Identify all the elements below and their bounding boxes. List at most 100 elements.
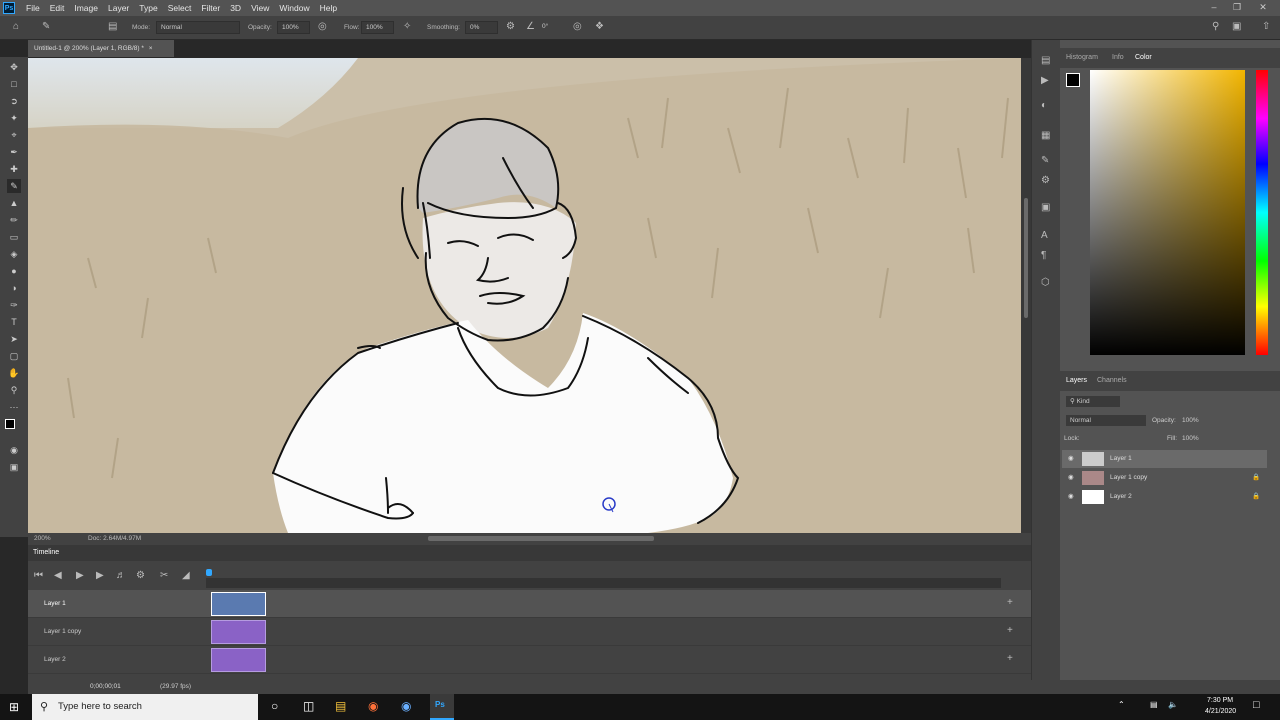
add-media-icon[interactable]: + [1007,654,1013,664]
menu-type[interactable]: Type [134,3,162,13]
flow-input[interactable]: 100% [361,21,394,34]
layer-kind-filter[interactable]: ⚲ Kind [1066,396,1120,407]
close-icon[interactable]: ✕ [1252,0,1274,14]
layer-row[interactable]: ◉ Layer 1 [1062,450,1267,468]
cortana-icon[interactable]: ○ [271,699,278,713]
menu-layer[interactable]: Layer [103,3,134,13]
blend-mode-select[interactable]: Normal [1066,415,1146,426]
airbrush-icon[interactable]: ✧ [403,22,411,32]
zoom-tool-icon[interactable]: ⚲ [7,383,21,397]
paint-bucket-icon[interactable]: ◈ [7,247,21,261]
volume-icon[interactable]: 🔈 [1168,700,1178,709]
visibility-eye-icon[interactable]: ◉ [1068,450,1074,468]
playhead-icon[interactable] [206,569,212,576]
clip-layer-1-copy[interactable] [211,620,266,644]
timeline-settings-icon[interactable]: ⚙ [136,571,145,581]
clip-layer-2[interactable] [211,648,266,672]
foreground-color-swatch[interactable] [5,419,15,429]
hue-slider[interactable] [1256,70,1268,355]
timeline-track[interactable]: Layer 1 + [28,590,1031,618]
layer-name[interactable]: Layer 1 copy [1110,469,1147,487]
angle-input[interactable]: 0° [538,21,563,34]
clock-time[interactable]: 7:30 PM [1207,697,1233,704]
prev-frame-icon[interactable]: ◀ [54,571,62,581]
tab-channels[interactable]: Channels [1097,377,1127,384]
taskbar-search[interactable]: ⚲ Type here to search [32,694,258,720]
type-tool-icon[interactable]: T [7,315,21,329]
history-brush-icon[interactable]: ✏ [7,213,21,227]
eraser-tool-icon[interactable]: ▭ [7,230,21,244]
lasso-tool-icon[interactable]: ➲ [7,94,21,108]
opacity-input[interactable]: 100% [277,21,310,34]
split-icon[interactable]: ✂ [160,571,168,581]
menu-3d[interactable]: 3D [225,3,246,13]
fill-value[interactable]: 100% [1182,435,1199,442]
tool-presets-icon[interactable]: ⚙ [1041,176,1050,186]
notifications-icon[interactable]: □ [1253,699,1260,711]
visibility-eye-icon[interactable]: ◉ [1068,488,1074,506]
crop-tool-icon[interactable]: ⌖ [7,128,21,142]
pressure-opacity-icon[interactable]: ◎ [318,22,327,32]
hand-tool-icon[interactable]: ✋ [7,366,21,380]
tab-layers[interactable]: Layers [1066,377,1087,384]
layer-name[interactable]: Layer 2 [1110,488,1132,506]
dodge-tool-icon[interactable]: ◑ [7,281,21,295]
play-icon[interactable]: ▶ [1041,76,1049,86]
add-media-icon[interactable]: + [1007,598,1013,608]
obs-icon[interactable]: ◉ [401,699,411,713]
tab-close-icon[interactable]: × [149,45,153,52]
pen-tool-icon[interactable]: ✑ [7,298,21,312]
marquee-tool-icon[interactable]: □ [7,77,21,91]
menu-image[interactable]: Image [69,3,103,13]
clock-date[interactable]: 4/21/2020 [1205,708,1236,715]
restore-icon[interactable]: ❐ [1226,0,1248,14]
move-tool-icon[interactable]: ✥ [7,60,21,74]
timeline-track[interactable]: Layer 1 copy + [28,618,1031,646]
healing-tool-icon[interactable]: ✚ [7,162,21,176]
firefox-icon[interactable]: ◉ [368,699,378,713]
zoom-level[interactable]: 200% [34,535,51,542]
color-picker-field[interactable] [1090,70,1245,355]
next-frame-icon[interactable]: ▶ [96,571,104,581]
symmetry-icon[interactable]: ❖ [595,22,604,32]
windows-start-icon[interactable]: ⊞ [9,700,19,714]
3d-icon[interactable]: ⬡ [1041,278,1050,288]
network-icon[interactable]: ▤ [1150,700,1158,709]
quick-mask-icon[interactable]: ◉ [7,443,21,457]
document-tab[interactable]: Untitled-1 @ 200% (Layer 1, RGB/8) * × [28,40,174,57]
tab-color[interactable]: Color [1135,54,1152,61]
layer-name[interactable]: Layer 1 [1110,450,1132,468]
brush-preset-icon[interactable]: ✎ [42,22,50,32]
search-icon[interactable]: ⚲ [1212,22,1219,32]
menu-help[interactable]: Help [315,3,342,13]
stamp-tool-icon[interactable]: ▲ [7,196,21,210]
foreground-swatch[interactable] [1066,73,1080,87]
screen-mode-icon[interactable]: ▣ [7,460,21,474]
file-explorer-icon[interactable]: ▤ [335,699,346,713]
audio-icon[interactable]: ♬ [116,571,126,581]
task-view-icon[interactable]: ◫ [303,699,314,713]
blur-tool-icon[interactable]: ● [7,264,21,278]
character-icon[interactable]: A [1041,231,1048,241]
workspace-icon[interactable]: ▣ [1232,22,1241,32]
layer-row[interactable]: ◉ Layer 2 🔒 [1062,488,1267,506]
time-ruler[interactable] [206,578,1001,588]
more-tools-icon[interactable]: ⋯ [7,400,21,414]
timeline-track[interactable]: Layer 2 + [28,646,1031,674]
menu-select[interactable]: Select [163,3,197,13]
adjustments-icon[interactable]: ◐ [1041,101,1047,111]
play-button-icon[interactable]: ▶ [76,571,84,581]
smoothing-input[interactable]: 0% [465,21,498,34]
gear-icon[interactable]: ⚙ [506,22,515,32]
clone-source-icon[interactable]: ▣ [1041,203,1050,213]
document-canvas[interactable] [28,58,1021,533]
canvas-vertical-scrollbar[interactable] [1021,58,1031,533]
minimize-icon[interactable]: – [1203,0,1225,14]
brush-panel-icon[interactable]: ▤ [108,22,117,32]
pressure-size-icon[interactable]: ◎ [573,22,582,32]
canvas-horizontal-scrollbar[interactable] [428,536,654,541]
visibility-eye-icon[interactable]: ◉ [1068,469,1074,487]
libraries-icon[interactable]: ▤ [1041,56,1050,66]
transition-icon[interactable]: ◢ [182,571,190,581]
eyedropper-tool-icon[interactable]: ✒ [7,145,21,159]
